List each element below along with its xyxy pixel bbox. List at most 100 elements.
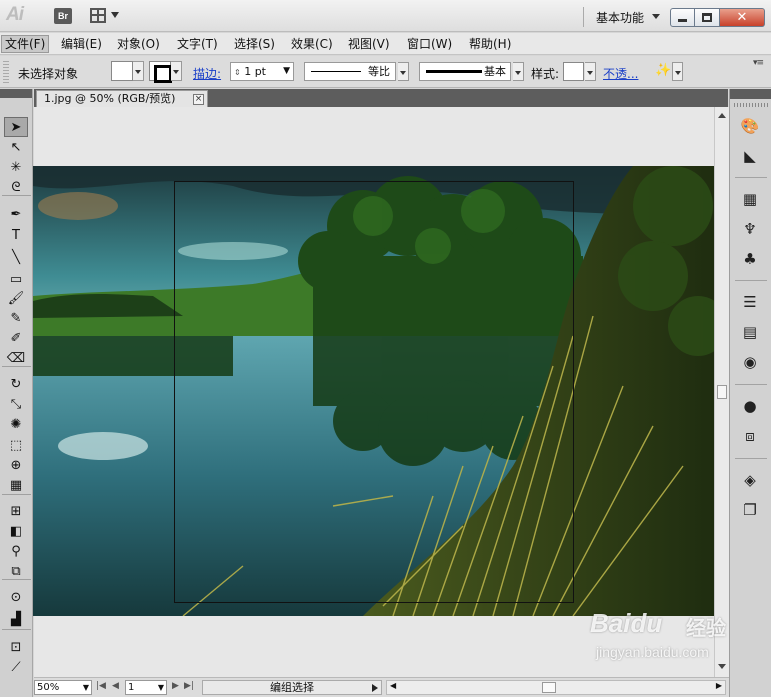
chevron-down-icon[interactable]: ▼ (283, 63, 290, 80)
dock-header[interactable] (730, 89, 771, 99)
panel-menu-icon[interactable]: ▾≡ (753, 58, 764, 68)
gradient-icon: ◧ (9, 523, 23, 539)
artboard-number-field[interactable]: 1 ▼ (125, 680, 167, 695)
variable-width-profile[interactable]: 等比 (304, 62, 396, 81)
zoom-field[interactable]: 50% ▼ (34, 680, 92, 695)
mesh-tool[interactable]: ⊞ (4, 501, 28, 521)
more-dropdown[interactable] (672, 62, 683, 81)
document-tab[interactable]: 1.jpg @ 50% (RGB/预览) × (36, 90, 208, 107)
menu-type[interactable]: 文字(T) (174, 35, 221, 53)
column-graph-tool[interactable]: ▟ (4, 609, 28, 629)
color-palette-icon[interactable]: 🎨 (740, 116, 760, 136)
tools-panel-header[interactable] (0, 89, 32, 98)
paintbrush-tool[interactable]: 🖌 (4, 288, 28, 308)
slice-tool[interactable]: ⟋ (4, 657, 28, 677)
menu-window[interactable]: 窗口(W) (404, 35, 455, 53)
bridge-button[interactable]: Br (54, 8, 72, 24)
warp-tool[interactable]: ✺ (4, 414, 28, 434)
next-artboard-icon[interactable]: ▶ (172, 681, 179, 691)
selection-tool[interactable]: ➤ (4, 117, 28, 137)
scroll-up-icon[interactable] (718, 113, 726, 118)
type-tool[interactable]: T (4, 225, 28, 245)
stroke-weight-field[interactable]: ⇕ 1 pt ▼ (230, 62, 294, 81)
fill-swatch[interactable] (111, 61, 133, 81)
magic-wand-tool[interactable]: ✳ (4, 157, 28, 177)
fill-dropdown[interactable] (133, 61, 144, 81)
rotate-tool[interactable]: ↻ (4, 374, 28, 394)
rectangle-tool[interactable]: ▭ (4, 269, 28, 289)
pen-tool[interactable]: ✒ (4, 204, 28, 224)
current-tool-status[interactable]: 编组选择 (202, 680, 382, 695)
free-transform-tool[interactable]: ⬚ (4, 435, 28, 455)
chevron-down-icon[interactable]: ▼ (83, 681, 89, 694)
gradient-panel-icon[interactable]: ▤ (740, 322, 760, 342)
scale-tool[interactable]: ⤡ (4, 394, 28, 414)
appearance-icon[interactable]: ● (740, 396, 760, 416)
profile-dropdown[interactable] (398, 62, 409, 81)
menu-file[interactable]: 文件(F) (1, 35, 50, 53)
swatches-icon[interactable]: ▦ (740, 189, 760, 209)
graphic-style-swatch[interactable] (563, 62, 584, 81)
shape-builder-icon: ⊕ (10, 457, 22, 473)
workspace-switcher[interactable]: 基本功能 (596, 9, 644, 26)
stroke-swatch[interactable] (149, 61, 172, 83)
chevron-down-icon[interactable]: ▼ (158, 681, 164, 694)
horizontal-scroll-thumb[interactable] (542, 682, 556, 693)
pencil-tool[interactable]: ✎ (4, 308, 28, 328)
stroke-icon[interactable]: ☰ (740, 292, 760, 312)
previous-artboard-icon[interactable]: ◀ (112, 681, 119, 691)
menu-select[interactable]: 选择(S) (231, 35, 278, 53)
minimize-button[interactable] (670, 8, 695, 27)
brushes-icon[interactable]: ♆ (740, 219, 760, 239)
vertical-scrollbar[interactable] (714, 107, 729, 677)
maximize-button[interactable] (695, 8, 720, 27)
shape-builder-tool[interactable]: ⊕ (4, 455, 28, 475)
scroll-left-icon[interactable]: ◀ (390, 681, 396, 690)
vertical-scroll-thumb[interactable] (717, 385, 727, 399)
artboard-tool[interactable]: ⊡ (4, 637, 28, 657)
recolor-artwork-icon[interactable]: ✨ (655, 63, 671, 78)
dock-grip[interactable] (734, 103, 768, 107)
layers-icon[interactable]: ◈ (740, 470, 760, 490)
close-tab-icon[interactable]: × (193, 94, 204, 105)
stepper-icon[interactable]: ⇕ (234, 68, 241, 77)
symbols-icon[interactable]: ♣ (740, 249, 760, 269)
blob-brush-tool[interactable]: ✐ (4, 328, 28, 348)
last-artboard-icon[interactable]: ▶| (184, 681, 194, 691)
eraser-icon: ⌫ (6, 350, 26, 366)
menu-help[interactable]: 帮助(H) (466, 35, 514, 53)
stroke-link[interactable]: 描边: (193, 65, 221, 82)
menu-edit[interactable]: 编辑(E) (58, 35, 105, 53)
symbol-sprayer-icon: ⊙ (10, 589, 22, 605)
graphic-styles-icon[interactable]: ⧈ (740, 426, 760, 446)
lasso-tool[interactable]: ᘓ (4, 177, 28, 197)
symbol-sprayer-tool[interactable]: ⊙ (4, 587, 28, 607)
blend-tool[interactable]: ⧉ (4, 561, 28, 581)
menu-effect[interactable]: 效果(C) (288, 35, 336, 53)
direct-selection-tool[interactable]: ↖ (4, 137, 28, 157)
panel-grip[interactable] (3, 61, 9, 83)
opacity-link[interactable]: 不透... (603, 65, 638, 82)
line-segment-tool[interactable]: ╲ (4, 247, 28, 267)
stroke-dropdown[interactable] (171, 61, 182, 81)
artboard-frame[interactable] (174, 181, 574, 603)
eraser-tool[interactable]: ⌫ (4, 348, 28, 368)
perspective-grid-tool[interactable]: ▦ (4, 475, 28, 495)
direct-selection-icon: ↖ (10, 139, 22, 155)
eyedropper-tool[interactable]: ⚲ (4, 541, 28, 561)
color-guide-icon[interactable]: ◣ (740, 146, 760, 166)
brush-definition[interactable]: 基本 (419, 62, 511, 81)
close-button[interactable]: ✕ (720, 8, 765, 27)
artboards-panel-icon[interactable]: ❐ (740, 500, 760, 520)
horizontal-scrollbar[interactable]: ◀ ▶ (386, 680, 726, 695)
chevron-down-icon[interactable] (652, 14, 660, 19)
menu-view[interactable]: 视图(V) (345, 35, 393, 53)
brush-dropdown[interactable] (513, 62, 524, 81)
first-artboard-icon[interactable]: |◀ (96, 681, 106, 691)
arrange-documents-button[interactable] (90, 7, 122, 25)
menu-object[interactable]: 对象(O) (114, 35, 163, 53)
gradient-tool[interactable]: ◧ (4, 521, 28, 541)
transparency-icon[interactable]: ◉ (740, 352, 760, 372)
style-dropdown[interactable] (585, 62, 596, 81)
scroll-right-icon[interactable]: ▶ (716, 681, 722, 690)
